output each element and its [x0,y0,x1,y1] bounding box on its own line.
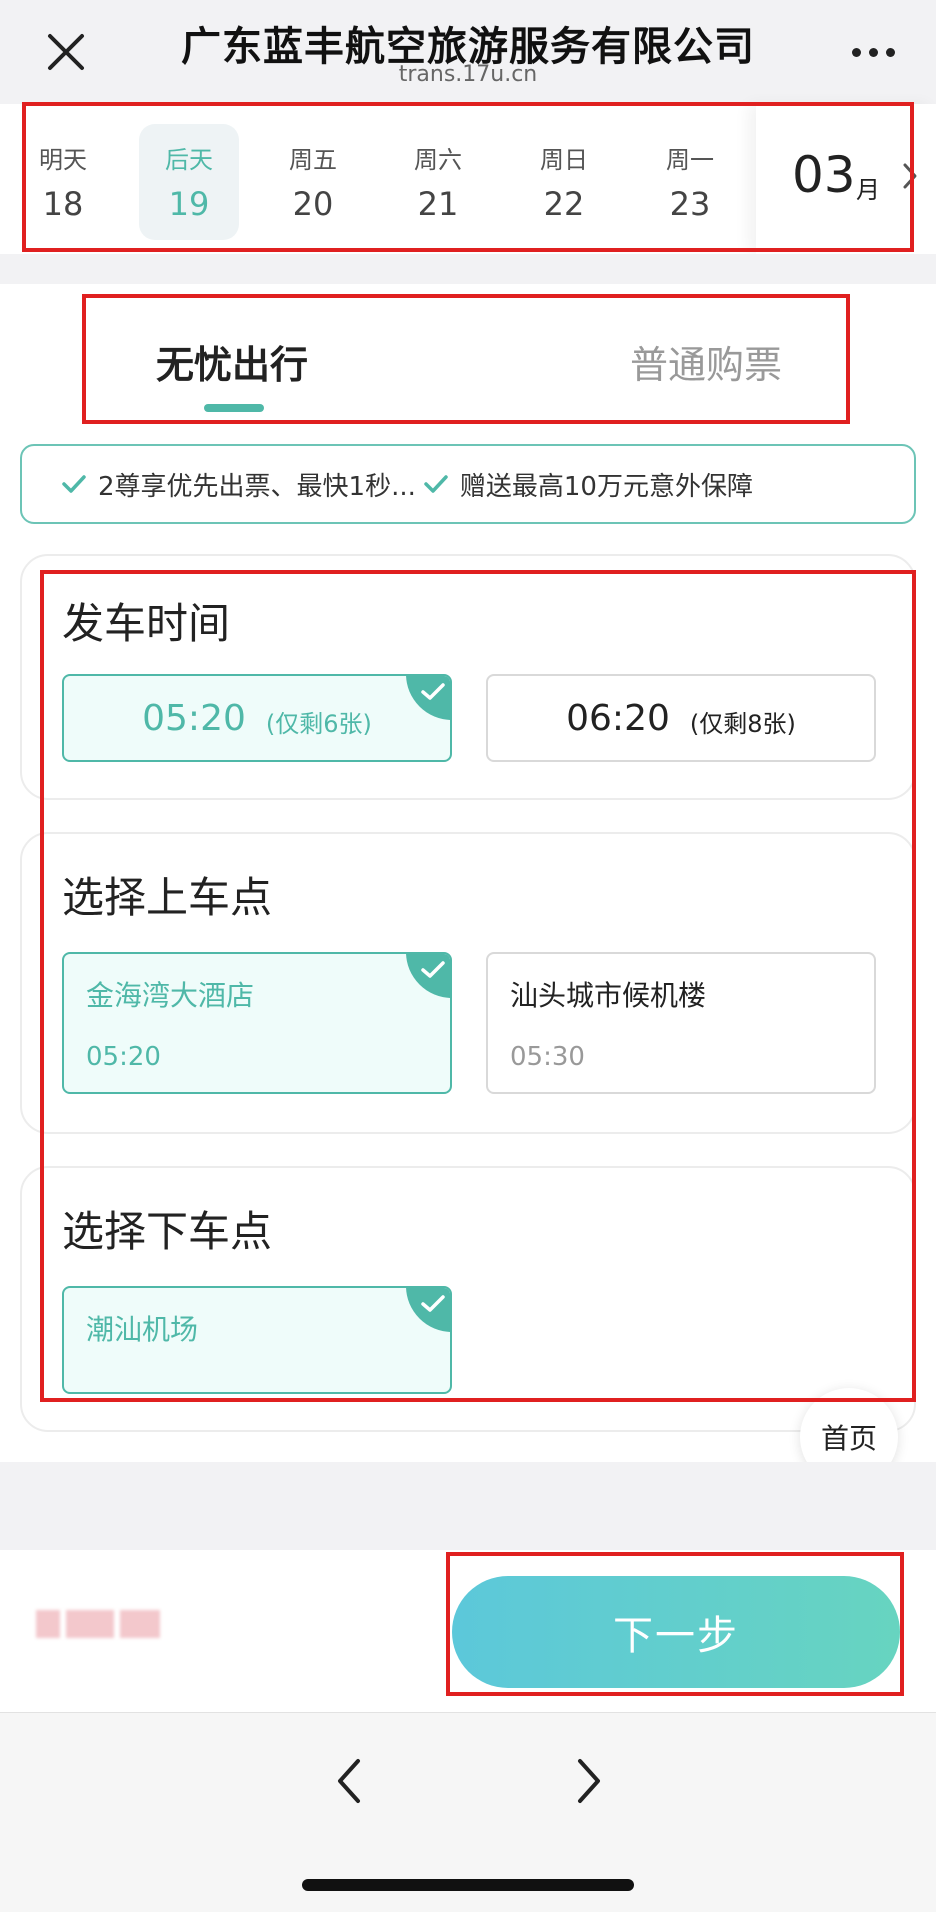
date-item-20[interactable]: 周五 20 [263,124,363,240]
dropoff-point-title: 选择下车点 [62,1207,273,1256]
stop-name: 金海湾大酒店 [86,979,255,1012]
month-number: 03 [792,146,856,204]
browser-header: 广东蓝丰航空旅游服务有限公司 trans.17u.cn [0,0,936,104]
date-day: 23 [669,185,711,223]
dropoff-option-airport[interactable]: 潮汕机场 [62,1286,452,1394]
seats-remaining: (仅剩6张) [265,709,372,738]
month-picker[interactable]: 03 月 [756,104,936,254]
date-weekday: 周一 [666,146,714,174]
stop-time: 05:20 [86,1042,161,1072]
boarding-option-shantou-terminal[interactable]: 汕头城市候机楼 05:30 [486,952,876,1094]
more-options-button[interactable] [838,30,908,74]
stop-time: 05:30 [510,1042,585,1072]
back-button[interactable] [328,1751,368,1811]
month-unit: 月 [856,176,880,204]
date-selector: 明天 18 后天 19 周五 20 周六 21 周日 22 周一 23 03 月 [0,104,936,254]
home-indicator [302,1879,634,1891]
departure-option-0520[interactable]: 05:20 (仅剩6张) [62,674,452,762]
departure-option-0620[interactable]: 06:20 (仅剩8张) [486,674,876,762]
boarding-option-jinhaiwan[interactable]: 金海湾大酒店 05:20 [62,952,452,1094]
chevron-left-icon [338,1759,360,1803]
check-icon [62,475,86,493]
tab-worry-free[interactable]: 无忧出行 [156,334,308,389]
benefit-item: 2尊享优先出票、最快1秒... [62,466,416,503]
benefit-text: 2尊享优先出票、最快1秒... [98,471,416,502]
ticket-type-tabs: 无忧出行 普通购票 [0,284,936,434]
tab-regular[interactable]: 普通购票 [630,334,782,389]
date-day: 19 [168,185,210,223]
chevron-right-icon [578,1759,600,1803]
tab-active-indicator [204,404,264,412]
check-icon [421,683,445,700]
date-weekday: 周六 [414,146,462,174]
selected-corner [406,954,450,998]
more-dots-icon [868,47,878,57]
benefits-banner: 2尊享优先出票、最快1秒... 赠送最高10万元意外保障 [20,444,916,524]
forward-button[interactable] [570,1751,610,1811]
section-divider [0,254,936,284]
stop-name: 潮汕机场 [86,1313,199,1346]
bottom-action-bar: 下一步 [0,1550,936,1712]
departure-time: 05:20 [142,697,246,739]
seats-remaining: (仅剩8张) [689,709,796,738]
benefit-item: 赠送最高10万元意外保障 [424,466,753,503]
departure-time: 06:20 [566,697,670,739]
boarding-point-card: 选择上车点 金海湾大酒店 05:20 汕头城市候机楼 05:30 [20,832,916,1134]
departure-time-title: 发车时间 [62,599,231,648]
next-step-button[interactable]: 下一步 [452,1576,900,1688]
date-weekday: 后天 [165,146,213,174]
stop-name: 汕头城市候机楼 [510,979,707,1012]
date-item-23[interactable]: 周一 23 [640,124,740,240]
date-item-21[interactable]: 周六 21 [388,124,488,240]
departure-time-card: 发车时间 05:20 (仅剩6张) 06:20 (仅剩8张) [20,554,916,800]
date-item-19[interactable]: 后天 19 [139,124,239,240]
price-blurred [36,1610,160,1638]
browser-nav-bar [0,1712,936,1912]
date-item-18[interactable]: 明天 18 [13,124,113,240]
date-weekday: 周日 [540,146,588,174]
check-icon [421,961,445,978]
selected-corner [406,1288,450,1332]
benefit-text: 赠送最高10万元意外保障 [459,471,753,502]
close-button[interactable] [36,22,96,82]
boarding-point-title: 选择上车点 [62,873,273,922]
section-divider [0,1462,936,1550]
date-day: 21 [417,185,459,223]
date-day: 20 [292,185,334,223]
check-icon [421,1295,445,1312]
more-dots-icon [851,47,861,57]
date-item-22[interactable]: 周日 22 [514,124,614,240]
more-dots-icon [885,47,895,57]
date-day: 22 [543,185,585,223]
date-weekday: 明天 [39,146,87,174]
dropoff-point-card: 选择下车点 潮汕机场 [20,1166,916,1432]
check-icon [424,475,448,493]
date-weekday: 周五 [289,146,337,174]
selected-corner [406,676,450,720]
date-day: 18 [42,185,84,223]
close-icon [48,34,84,70]
chevron-right-icon [903,163,917,189]
page-url: trans.17u.cn [398,62,538,87]
